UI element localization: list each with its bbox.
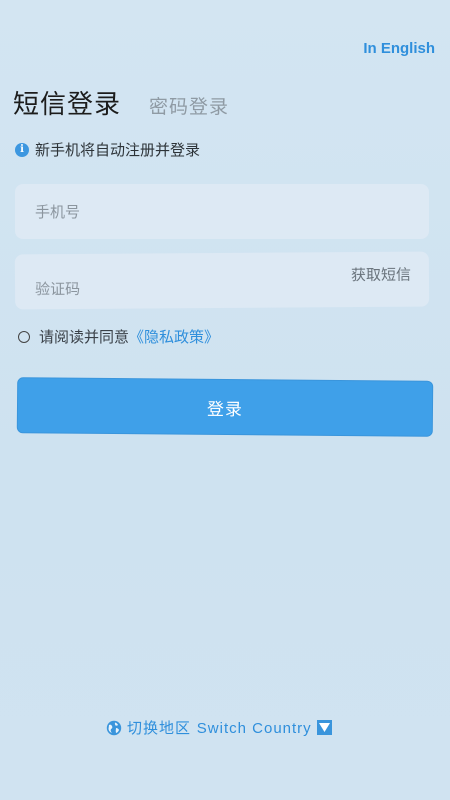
agreement-text: 请阅读并同意: [39, 328, 130, 346]
info-icon: i: [15, 142, 29, 157]
login-screen: In English 短信登录 密码登录 i 新手机将自动注册并登录 获取短信 …: [0, 0, 450, 800]
get-sms-code-button[interactable]: 获取短信: [351, 264, 411, 285]
privacy-policy-link[interactable]: 《隐私政策》: [129, 326, 219, 347]
login-button[interactable]: 登录: [16, 377, 434, 437]
tab-password-login[interactable]: 密码登录: [149, 92, 229, 119]
privacy-agreement: 请阅读并同意 《隐私政策》: [18, 326, 219, 347]
verification-code-input[interactable]: [32, 276, 352, 299]
switch-region-button[interactable]: 切换地区 Switch Country: [106, 717, 332, 738]
auto-register-notice: i 新手机将自动注册并登录: [15, 139, 200, 160]
phone-field[interactable]: [15, 184, 429, 239]
triangle-down-icon: [316, 720, 332, 735]
agree-radio[interactable]: [18, 330, 30, 343]
login-tabs: 短信登录 密码登录: [13, 84, 229, 121]
verification-code-field[interactable]: 获取短信: [14, 251, 430, 310]
in-english-link[interactable]: In English: [363, 40, 435, 57]
region-label-zh: 切换地区: [127, 719, 192, 737]
phone-input[interactable]: [33, 201, 411, 222]
globe-icon: [106, 720, 122, 735]
region-label: 切换地区 Switch Country: [127, 717, 312, 738]
notice-text: 新手机将自动注册并登录: [35, 141, 201, 159]
region-label-en: Switch Country: [196, 720, 312, 737]
tab-sms-login[interactable]: 短信登录: [13, 84, 121, 121]
